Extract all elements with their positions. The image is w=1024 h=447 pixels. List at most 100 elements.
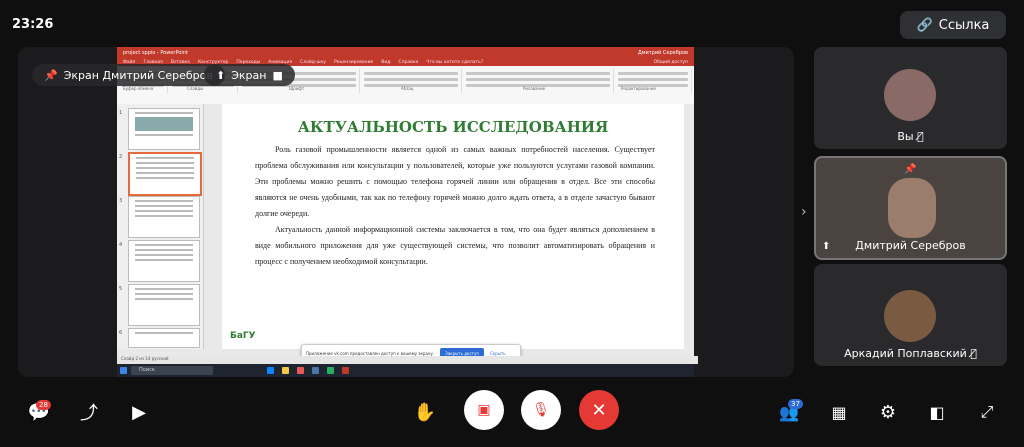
folder-icon [282,367,289,374]
participants-button[interactable]: 👥 37 [772,395,806,429]
hand-icon: ✋ [413,401,437,423]
slide-thumb[interactable] [128,284,200,326]
grid-icon: ▦ [831,402,847,422]
settings-button[interactable]: ⚙ [871,395,905,429]
powerpoint-icon [342,367,349,374]
yandex-icon [297,367,304,374]
avatar [884,69,936,121]
screen-share-icon: ⬆ [216,68,226,82]
present-button[interactable]: ▶ [122,395,156,429]
clock: 23:26 [12,17,54,32]
close-icon: ✕ [579,390,619,430]
notification-text: Приложение vk.com предоставлен доступ к … [306,350,435,356]
participant-tile[interactable]: Аркадий Поплавский 🎙̸ [814,264,1007,366]
slide-thumb[interactable] [128,328,200,348]
raise-hand-button[interactable]: ✋ [408,395,442,429]
slide-paragraph-1: Роль газовой промышленности является одн… [255,145,655,218]
vk-icon [312,367,319,374]
ribbon-label: Шрифт [289,86,305,91]
participant-tile-speaker[interactable]: 📌 ⬆ Дмитрий Серебров [814,156,1007,260]
screen-badge-text: Экран [231,68,267,82]
participant-tile-self[interactable]: Вы 🎙̸ [814,47,1007,149]
university-logo: БаГУ [230,331,256,341]
ribbon-label: Рисование [523,86,546,91]
screen-badge: ⬆ Экран ■ [204,64,295,86]
thumb-number: 6 [119,330,123,336]
present-icon: ▶ [132,401,146,423]
thumb-number: 3 [119,198,123,204]
fullscreen-button[interactable]: ⤢ [970,395,1004,429]
avatar [884,290,936,342]
slide-paragraph-2: Актуальность данной информационной систе… [255,225,655,266]
slide-title: АКТУАЛЬНОСТЬ ИССЛЕДОВАНИЯ [297,118,609,136]
ribbon-label: Абзац [401,86,414,91]
share-screen-button[interactable]: ⤴ [72,395,106,429]
ppt-statusbar: Слайд 2 из 14 русский [117,356,698,364]
ppt-workspace: 1 2 3 4 5 6 АКТУАЛЬНОСТЬ ИССЛЕДОВАНИЯ Ро… [117,104,694,362]
pip-icon: ◧ [929,402,945,422]
ppt-titlebar: project sppio - PowerPoint Дмитрий Сереб… [117,47,694,58]
ppt-tab: Справка [398,59,419,65]
camera-toggle-button[interactable]: ▣ [464,390,504,430]
ppt-tab: Вид [381,59,391,65]
chat-badge: 28 [36,400,51,410]
hide-notification-link[interactable]: Скрыть [490,351,506,356]
participant-name: Аркадий Поплавский 🎙̸ [844,347,977,360]
ribbon-group: Рисование [463,69,614,93]
windows-start-icon [120,367,127,374]
share-screen-icon: ⤴ [80,403,98,424]
slide-thumb[interactable] [128,240,200,282]
chat-button[interactable]: 💬 28 [22,395,56,429]
ppt-share: Общий доступ [653,59,688,65]
slide-thumbnails: 1 2 3 4 5 6 [117,104,204,349]
ppt-window-title: project sppio - PowerPoint [123,49,188,56]
link-icon: 🔗 [916,17,933,33]
participants-badge: 37 [788,399,803,409]
ribbon-group: Редактирование [615,69,692,93]
taskbar-search: Поиск [131,366,213,375]
pin-icon[interactable]: 📌 [904,164,916,175]
mic-off-icon: 🎙 [521,390,561,430]
mic-off-icon: 🎙̸ [970,347,977,360]
app-icon [327,367,334,374]
ribbon-group: Абзац [361,69,462,93]
pinned-screen-label[interactable]: 📌 Экран Дмитрий Серебров [32,64,225,86]
thumb-number: 1 [119,110,123,116]
fullscreen-icon: ⤢ [980,402,994,421]
top-bar: 23:26 🔗 Ссылка [0,0,1024,46]
screen-share-stage[interactable]: project sppio - PowerPoint Дмитрий Сереб… [18,47,794,377]
mic-toggle-button[interactable]: 🎙 [521,390,561,430]
copy-link-button[interactable]: 🔗 Ссылка [900,11,1006,39]
slide-thumb-selected[interactable] [128,152,202,196]
thumb-number: 5 [119,286,123,292]
ppt-tab: Что вы хотите сделать? [426,59,484,65]
ppt-user: Дмитрий Серебров [637,49,688,56]
edge-icon [267,367,274,374]
participant-name: Дмитрий Серебров [855,239,966,252]
ribbon-label: Буфер обмена [123,86,154,91]
picture-in-picture-button[interactable]: ◧ [920,395,954,429]
camera-icon: ■ [272,68,283,82]
slide-thumb[interactable] [128,108,200,150]
participant-name: Вы 🎙̸ [897,130,924,143]
link-label: Ссылка [938,17,990,33]
ribbon-label: Слайды [187,86,204,91]
mic-off-icon: 🎙̸ [917,130,924,143]
participant-video [888,178,936,238]
ppt-tab: Слайд-шоу [300,59,327,65]
ribbon-label: Редактирование [621,86,656,91]
pin-icon: 📌 [44,68,58,82]
pinned-screen-text: Экран Дмитрий Серебров [63,68,213,82]
slide-thumb[interactable] [128,196,200,238]
end-call-button[interactable]: ✕ [579,390,619,430]
slide-canvas: АКТУАЛЬНОСТЬ ИССЛЕДОВАНИЯ Роль газовой п… [222,104,684,349]
camera-off-icon: ▣ [464,390,504,430]
thumb-number: 4 [119,242,123,248]
chevron-right-icon[interactable]: › [801,204,807,220]
windows-taskbar: Поиск [117,364,694,377]
ppt-tab: Рецензирование [334,59,374,65]
shared-screen: project sppio - PowerPoint Дмитрий Сереб… [117,47,698,377]
thumb-number: 2 [119,154,123,160]
gear-icon: ⚙ [879,401,897,423]
grid-view-button[interactable]: ▦ [822,395,856,429]
